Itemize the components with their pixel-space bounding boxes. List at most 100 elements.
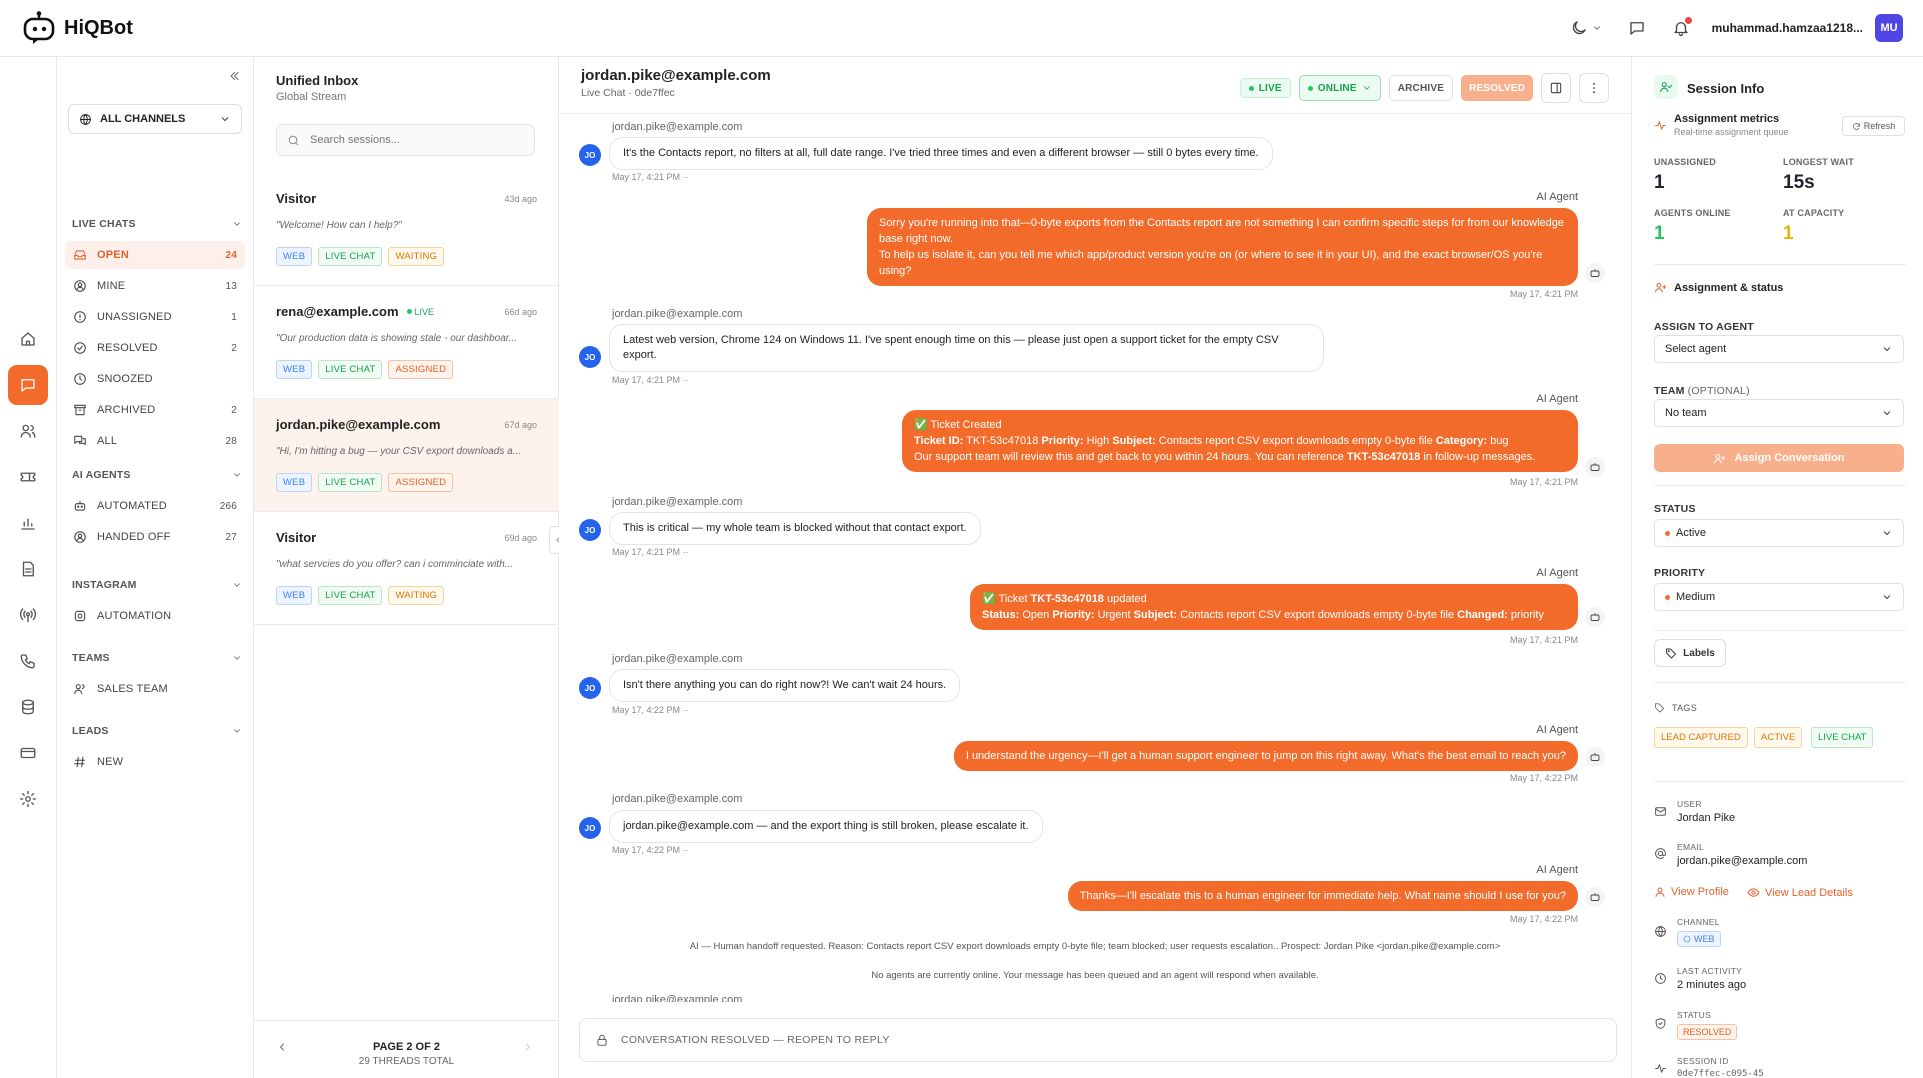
message-sender: jordan.pike@example.com	[612, 308, 743, 320]
notifications-button[interactable]	[1672, 17, 1692, 37]
view-lead-details-link[interactable]: View Lead Details	[1747, 886, 1853, 899]
status-select[interactable]: Active	[1654, 519, 1904, 547]
ticket-details: Ticket ID: TKT-53c47018 Priority: High S…	[914, 433, 1566, 449]
thread-item-selected[interactable]: jordan.pike@example.com 67d ago "Hi, I'm …	[254, 399, 559, 512]
sidebar-item-handed-off[interactable]: HANDED OFF 27	[65, 523, 245, 551]
ai-message-bubble: Sorry you're running into that—0-byte ex…	[867, 208, 1578, 286]
message-text: ✅ Ticket	[982, 593, 1028, 605]
resolved-reply-bar[interactable]: CONVERSATION RESOLVED — REOPEN TO REPLY	[579, 1018, 1617, 1062]
message-time: May 17, 4:21 PM	[1509, 289, 1578, 299]
section-ai-agents[interactable]: AI AGENTS	[72, 469, 242, 481]
sidebar-item-label: HANDED OFF	[97, 531, 171, 543]
resolved-text: CONVERSATION RESOLVED — REOPEN TO REPLY	[621, 1034, 890, 1046]
rail-home[interactable]	[8, 319, 48, 359]
rail-settings[interactable]	[8, 779, 48, 819]
chat-icon	[1629, 22, 1644, 35]
sidebar-item-all[interactable]: ALL 28	[65, 427, 245, 455]
chevron-right-icon	[526, 1043, 530, 1051]
sidebar-item-count: 266	[219, 500, 237, 512]
agent-select-value: Select agent	[1665, 343, 1727, 355]
sidebar-item-count: 13	[225, 280, 237, 292]
thread-item[interactable]: rena@example.com LIVE 66d ago "Our product…	[254, 286, 559, 399]
badge-web: WEB	[276, 247, 313, 266]
toggle-info-panel-button[interactable]	[1541, 73, 1571, 103]
badge-live-chat: LIVE CHAT	[318, 360, 383, 379]
sidebar-item-snoozed[interactable]: SNOOZED	[65, 365, 245, 393]
channel-select[interactable]: ALL CHANNELS	[68, 104, 242, 134]
contact-avatar: JO	[579, 346, 601, 368]
theme-toggle[interactable]	[1570, 19, 1602, 37]
assign-conversation-button[interactable]: Assign Conversation	[1654, 444, 1904, 472]
thread-list: Unified Inbox Global Stream Visitor 43d a…	[254, 57, 559, 1078]
chats-icon	[74, 435, 86, 446]
messages-button[interactable]	[1628, 19, 1646, 37]
field-label: Changed:	[1457, 609, 1508, 621]
sidebar-item-archived[interactable]: ARCHIVED 2	[65, 396, 245, 424]
refresh-button[interactable]: Refresh	[1842, 116, 1905, 136]
priority-label: PRIORITY	[1654, 567, 1706, 579]
team-select[interactable]: No team	[1654, 399, 1904, 427]
sidebar-item-resolved[interactable]: RESOLVED 2	[65, 334, 245, 362]
thread-item[interactable]: Visitor 43d ago "Welcome! How can I help?…	[254, 173, 559, 286]
conversation-id: 0de7ffec	[634, 87, 675, 99]
sidebar-item-sales-team[interactable]: SALES TEAM	[65, 675, 245, 703]
divider	[1654, 781, 1906, 782]
rail-database[interactable]	[8, 687, 48, 727]
rail-contacts[interactable]	[8, 411, 48, 451]
conversation-pane: jordan.pike@example.com Live Chat · 0de7…	[559, 57, 1631, 1078]
section-title: TEAMS	[72, 652, 110, 664]
chevron-down-icon	[234, 656, 240, 660]
live-indicator: LIVE	[407, 307, 435, 317]
chat-icon	[21, 379, 35, 392]
icon-rail	[0, 57, 57, 1078]
ticket-created-bubble: ✅ Ticket Created Ticket ID: TKT-53c47018…	[902, 410, 1578, 472]
labels-button[interactable]: Labels	[1654, 639, 1726, 667]
section-live-chats[interactable]: LIVE CHATS	[72, 218, 242, 230]
agent-select[interactable]: Select agent	[1654, 335, 1904, 363]
section-instagram[interactable]: INSTAGRAM	[72, 579, 242, 591]
more-options-button[interactable]	[1579, 73, 1609, 103]
section-title: INSTAGRAM	[72, 579, 137, 591]
metrics-title: Assignment metrics	[1674, 113, 1780, 125]
section-leads[interactable]: LEADS	[72, 725, 242, 737]
user-name[interactable]: muhammad.hamzaa1218...	[1712, 21, 1863, 35]
next-page-button[interactable]	[522, 1041, 534, 1053]
user-plus-icon	[1654, 281, 1667, 294]
rail-broadcast[interactable]	[8, 595, 48, 635]
sidebar-item-open[interactable]: OPEN 24	[65, 241, 245, 269]
app-logo[interactable]: HiQBot	[20, 10, 133, 46]
thread-item[interactable]: Visitor 69d ago "what servcies do you off…	[254, 512, 559, 625]
search-box[interactable]	[276, 124, 535, 156]
sidebar-item-count: 2	[231, 404, 237, 416]
sidebar-item-count: 2	[231, 342, 237, 354]
rail-analytics[interactable]	[8, 503, 48, 543]
rail-tickets[interactable]	[8, 457, 48, 497]
sidebar-item-count: 24	[225, 249, 237, 261]
rail-reports[interactable]	[8, 549, 48, 589]
rail-billing[interactable]	[8, 733, 48, 773]
rail-calls[interactable]	[8, 641, 48, 681]
priority-select[interactable]: Medium	[1654, 583, 1904, 611]
sidebar-item-new[interactable]: NEW	[65, 748, 245, 776]
sidebar-item-mine[interactable]: MINE 13	[65, 272, 245, 300]
badge-live-chat: LIVE CHAT	[318, 473, 383, 492]
sidebar-item-automation[interactable]: AUTOMATION	[65, 602, 245, 630]
availability-dropdown[interactable]: ONLINE	[1298, 75, 1381, 101]
archive-button[interactable]: ARCHIVE	[1388, 75, 1454, 101]
badge-web: WEB	[276, 473, 313, 492]
rail-inbox[interactable]	[8, 365, 48, 405]
resolved-button[interactable]: RESOLVED	[1461, 75, 1533, 101]
view-profile-link[interactable]: View Profile	[1654, 886, 1729, 898]
search-input[interactable]	[310, 134, 520, 146]
metric-agents-online-value: 1	[1654, 223, 1665, 244]
user-avatar[interactable]: MU	[1875, 14, 1903, 42]
ticket-body: Our support team will review this and ge…	[914, 449, 1566, 465]
sidebar-item-unassigned[interactable]: UNASSIGNED 1	[65, 303, 245, 331]
sidebar-item-automated[interactable]: AUTOMATED 266	[65, 492, 245, 520]
ticket-changed: priority	[1510, 609, 1544, 621]
collapse-sidebar-button[interactable]	[227, 69, 241, 83]
ticket-id: TKT-53c47018	[1030, 593, 1104, 605]
section-teams[interactable]: TEAMS	[72, 652, 242, 664]
field-label: Ticket ID:	[914, 435, 964, 447]
tag-icon	[1654, 702, 1665, 713]
